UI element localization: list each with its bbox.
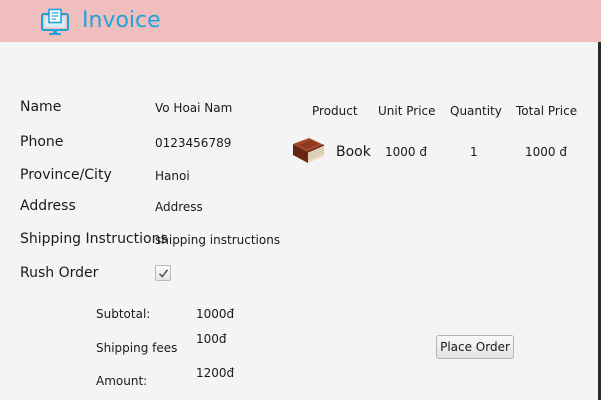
checkmark-icon xyxy=(158,269,169,278)
column-header-unit-price: Unit Price xyxy=(378,104,436,118)
amount-label: Amount: xyxy=(96,374,148,388)
subtotal-label: Subtotal: xyxy=(96,307,151,321)
product-name: Book xyxy=(336,144,371,160)
rush-order-checkbox[interactable] xyxy=(155,265,171,281)
app-header: Invoice xyxy=(0,0,601,42)
phone-label: Phone xyxy=(20,134,64,150)
book-icon xyxy=(289,134,327,166)
page-title: Invoice xyxy=(82,8,161,33)
shipping-fees-value: 100đ xyxy=(196,332,227,346)
name-value: Vo Hoai Nam xyxy=(155,101,233,115)
column-header-product: Product xyxy=(312,104,358,118)
province-value: Hanoi xyxy=(155,169,190,183)
column-header-quantity: Quantity xyxy=(450,104,502,118)
rush-order-label: Rush Order xyxy=(20,265,99,281)
quantity-cell: 1 xyxy=(470,145,478,159)
place-order-button[interactable]: Place Order xyxy=(436,335,514,359)
phone-value: 0123456789 xyxy=(155,136,232,150)
amount-value: 1200đ xyxy=(196,366,235,380)
unit-price-cell: 1000 đ xyxy=(385,145,427,159)
shipping-fees-label: Shipping fees xyxy=(96,341,178,355)
invoice-monitor-icon xyxy=(40,8,70,36)
name-label: Name xyxy=(20,99,62,115)
column-header-total-price: Total Price xyxy=(516,104,578,118)
address-value: Address xyxy=(155,200,203,214)
address-label: Address xyxy=(20,198,76,214)
shipping-instructions-value: shipping instructions xyxy=(155,233,281,247)
subtotal-value: 1000đ xyxy=(196,307,235,321)
total-price-cell: 1000 đ xyxy=(525,145,567,159)
shipping-instructions-label: Shipping Instructions xyxy=(20,231,168,247)
province-label: Province/City xyxy=(20,167,112,183)
